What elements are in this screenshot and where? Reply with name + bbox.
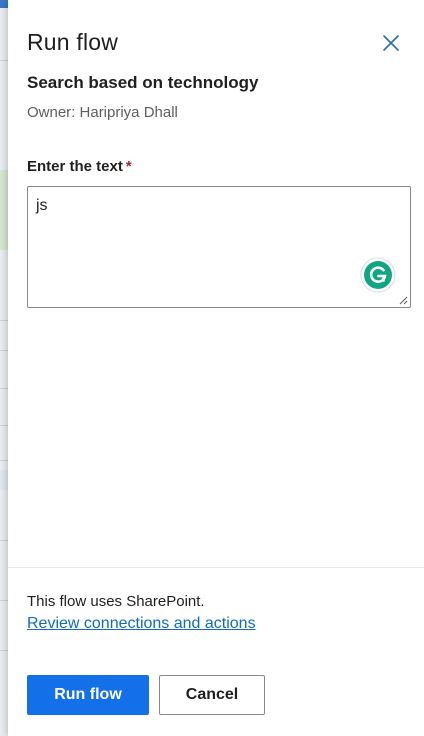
- close-icon: [383, 35, 399, 51]
- grammarly-button[interactable]: [360, 257, 396, 293]
- text-input[interactable]: [28, 187, 410, 307]
- connections-notice: This flow uses SharePoint.: [27, 593, 205, 610]
- background-page: [0, 0, 8, 736]
- background-divider: [0, 425, 8, 426]
- required-marker: *: [125, 158, 132, 175]
- run-flow-panel: Run flow Search based on technology Owne…: [8, 0, 424, 736]
- cancel-button[interactable]: Cancel: [159, 675, 265, 715]
- background-divider: [0, 600, 8, 601]
- background-divider: [0, 60, 8, 61]
- background-divider: [0, 650, 8, 651]
- background-tile: [0, 470, 8, 490]
- background-divider: [0, 388, 8, 389]
- grammarly-icon: [360, 257, 396, 293]
- background-top-bar: [0, 0, 8, 8]
- panel-title: Run flow: [27, 29, 119, 55]
- resize-handle-icon[interactable]: [398, 295, 408, 305]
- background-divider: [0, 460, 8, 461]
- background-divider: [0, 540, 8, 541]
- background-tile: [0, 170, 8, 250]
- text-input-box: [27, 186, 411, 308]
- review-connections-link[interactable]: Review connections and actions: [27, 615, 256, 633]
- flow-owner: Owner: Haripriya Dhall: [27, 104, 178, 121]
- close-button[interactable]: [380, 32, 402, 54]
- text-field-label-text: Enter the text: [27, 158, 123, 175]
- flow-name: Search based on technology: [27, 73, 259, 92]
- text-field-label: Enter the text *: [27, 158, 132, 175]
- background-divider: [0, 320, 8, 321]
- background-divider: [0, 350, 8, 351]
- footer-divider: [8, 567, 424, 568]
- run-flow-button[interactable]: Run flow: [27, 675, 149, 715]
